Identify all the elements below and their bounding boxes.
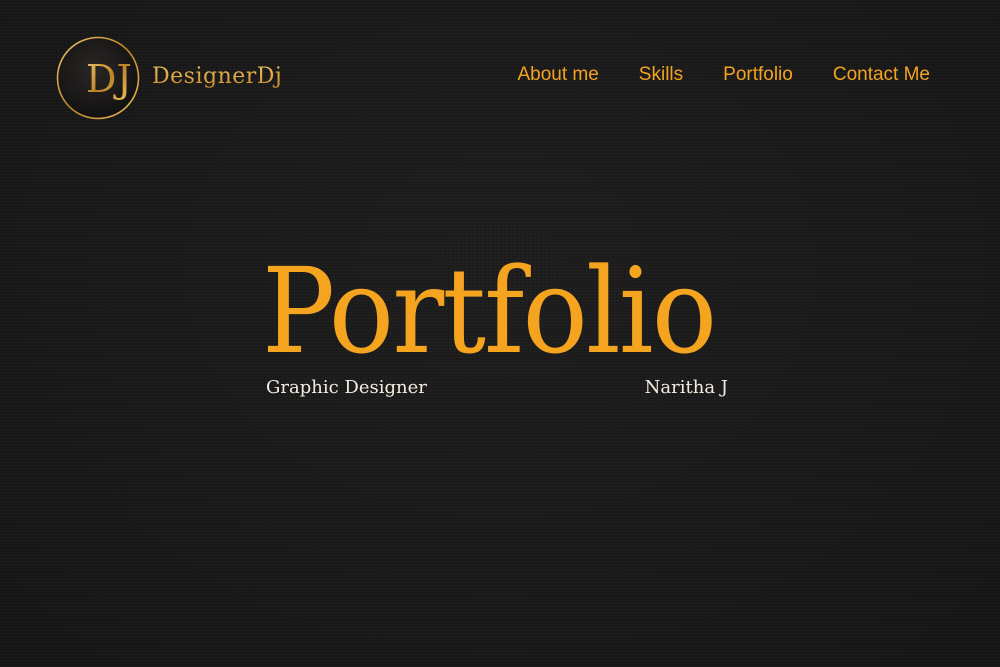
brand-logo-link[interactable]: DJ DesignerDj — [56, 36, 282, 120]
dj-monogram-logo-icon: DJ — [56, 36, 140, 120]
main-nav: About me Skills Portfolio Contact Me — [517, 64, 930, 86]
hero-section: Portfolio Graphic Designer Naritha J — [262, 242, 742, 398]
nav-link-contact-me[interactable]: Contact Me — [833, 64, 930, 86]
nav-link-about-me[interactable]: About me — [517, 64, 598, 86]
brand-name: DesignerDj — [152, 63, 283, 89]
site-header: DJ DesignerDj About me Skills Portfolio … — [0, 0, 1000, 150]
monogram-d: DJ — [86, 57, 132, 101]
role-label: Graphic Designer — [266, 377, 427, 398]
page: DJ DesignerDj About me Skills Portfolio … — [0, 0, 1000, 667]
hero-title: Portfolio — [262, 242, 717, 380]
author-name: Naritha J — [644, 377, 728, 398]
nav-link-portfolio[interactable]: Portfolio — [723, 64, 793, 86]
hero-subtitle-row: Graphic Designer Naritha J — [266, 377, 728, 398]
nav-link-skills[interactable]: Skills — [639, 64, 683, 86]
